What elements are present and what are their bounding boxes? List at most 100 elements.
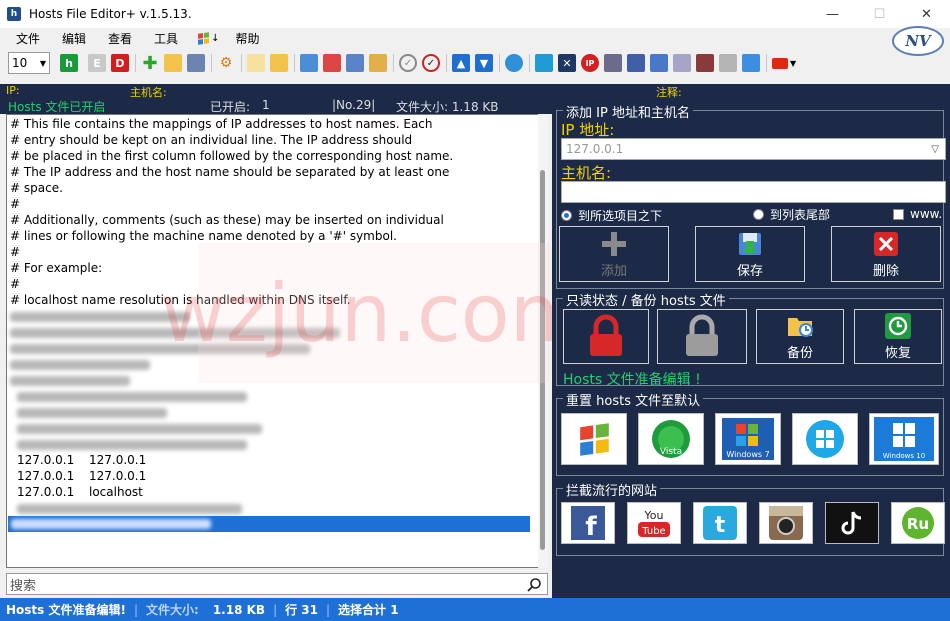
reset-win10-button[interactable]: Windows 10 [869, 413, 939, 465]
reset-win7-button[interactable]: Windows 7 [715, 413, 781, 465]
add-icon[interactable]: ✚ [141, 53, 159, 74]
delete-button[interactable]: 删除 [831, 226, 941, 282]
add-button[interactable]: 添加 [559, 226, 669, 282]
minimize-button[interactable]: — [809, 0, 856, 28]
scrollbar-thumb[interactable] [540, 170, 545, 550]
chevron-down-icon[interactable]: ▼ [790, 59, 796, 68]
backup-group-title: 只读状态 / 备份 hosts 文件 [563, 290, 729, 309]
menu-tools[interactable]: 工具 [154, 30, 178, 47]
globe-icon[interactable] [505, 54, 523, 72]
lock-readonly-button[interactable] [563, 309, 649, 364]
radio-dot[interactable] [753, 209, 764, 220]
editor-entry-host: 127.0.0.1 [89, 469, 147, 483]
selected-row[interactable] [8, 516, 530, 532]
hosts-editor[interactable]: # This file contains the mappings of IP … [6, 114, 540, 568]
block-x-icon[interactable]: ✕ [558, 54, 576, 72]
block-youtube-button[interactable]: You Tube [627, 502, 681, 544]
search-icon[interactable] [526, 577, 542, 593]
title-bar: h Hosts File Editor+ v.1.5.13. — ☐ ✕ [0, 0, 950, 28]
save-icon[interactable] [187, 54, 205, 72]
block-instagram-button[interactable] [759, 502, 813, 544]
separator: | [273, 602, 278, 617]
status-line: 行 31 [285, 603, 318, 617]
block-twitter-button[interactable]: t [693, 502, 747, 544]
brush-icon[interactable] [650, 54, 668, 72]
restore-button[interactable]: 恢复 [854, 309, 942, 364]
unlock-button[interactable] [657, 309, 747, 364]
ip-address-placeholder: 127.0.0.1 [566, 142, 624, 156]
import-icon[interactable] [300, 54, 318, 72]
restore-clock-icon [883, 312, 913, 340]
document-icon[interactable] [346, 54, 364, 72]
www-checkbox[interactable]: www. [893, 207, 942, 221]
menu-edit[interactable]: 编辑 [62, 30, 86, 47]
package-icon[interactable] [696, 54, 714, 72]
move-down-icon[interactable]: ▼ [475, 54, 493, 72]
chevron-down-icon[interactable]: ▽ [931, 144, 939, 155]
toolbox-icon[interactable] [673, 54, 691, 72]
add-icon [599, 230, 629, 258]
hostname-input-label: 主机名: [561, 164, 612, 182]
network-icon[interactable] [535, 54, 553, 72]
radio-end-label: 到列表尾部 [770, 208, 831, 222]
editor-line: # The IP address and the host name shoul… [10, 165, 450, 179]
menu-help[interactable]: 帮助 [235, 30, 259, 47]
reset-win8-button[interactable] [792, 413, 858, 465]
editor-entry-ip: 127.0.0.1 [17, 485, 75, 499]
move-up-icon[interactable]: ▲ [452, 54, 470, 72]
block-ru-button[interactable]: Ru [891, 502, 945, 544]
clean-icon[interactable] [369, 54, 387, 72]
hosts-h-button[interactable]: h [60, 54, 78, 72]
hosts-e-button[interactable]: E [88, 54, 106, 72]
readonly-backup-group: 只读状态 / 备份 hosts 文件 备份 恢复 Hosts 文件准备编辑 ! [556, 290, 944, 388]
folder-icon[interactable] [270, 54, 288, 72]
block-group-title: 拦截流行的网站 [563, 480, 661, 499]
check-red-icon[interactable]: ✓ [422, 54, 440, 72]
ip-address-input[interactable]: 127.0.0.1 ▽ [561, 138, 946, 160]
radio-dot[interactable] [561, 210, 572, 221]
maximize-button[interactable]: ☐ [856, 0, 903, 28]
settings-icon[interactable] [604, 54, 622, 72]
ip-icon[interactable]: IP [581, 54, 599, 72]
close-button[interactable]: ✕ [903, 0, 950, 28]
check-gray-icon[interactable]: ✓ [399, 54, 417, 72]
blurred-entry [17, 408, 167, 418]
china-flag-icon[interactable] [772, 57, 788, 69]
radio-end-of-list[interactable]: 到列表尾部 [753, 206, 830, 223]
status-size-label: 文件大小: [146, 603, 199, 617]
lock-icon[interactable] [719, 54, 737, 72]
blurred-entry [17, 440, 247, 450]
hosts-d-button[interactable]: D [111, 54, 129, 72]
save-button[interactable]: 保存 [695, 226, 805, 282]
font-size-select[interactable]: 10 ▼ [8, 52, 50, 74]
radio-below-selected[interactable]: 到所选项目之下 [561, 207, 662, 224]
windows-vista-icon: Vista [652, 420, 690, 458]
svg-text:You: You [644, 509, 664, 522]
backup-button[interactable]: 备份 [756, 309, 844, 364]
editor-scrollbar[interactable] [538, 114, 548, 568]
hosts-view-icon[interactable] [627, 54, 645, 72]
windows-flag-menu[interactable]: ↓ [198, 31, 219, 45]
restore-button-label: 恢复 [884, 346, 911, 361]
edit-icon[interactable] [247, 54, 265, 72]
fullscreen-icon[interactable] [742, 54, 760, 72]
gray-lock-icon [679, 313, 725, 359]
block-facebook-button[interactable]: f [561, 502, 615, 544]
search-input[interactable]: 搜索 [6, 573, 548, 595]
hostname-input[interactable] [561, 181, 946, 203]
ru-icon: Ru [902, 507, 934, 539]
block-tiktok-button[interactable] [825, 502, 879, 544]
menu-file[interactable]: 文件 [16, 30, 40, 47]
open-folder-icon[interactable] [164, 54, 182, 72]
reset-vista-button[interactable]: Vista [638, 413, 704, 465]
editor-line: # Additionally, comments (such as these)… [10, 213, 444, 227]
tools-icon[interactable]: ⚙ [217, 54, 235, 72]
editor-line: # [10, 277, 21, 291]
export-icon[interactable] [323, 54, 341, 72]
menu-view[interactable]: 查看 [108, 30, 132, 47]
checkbox[interactable] [893, 208, 904, 220]
delete-button-label: 删除 [872, 264, 899, 279]
editor-line: # localhost name resolution is handled w… [10, 293, 351, 307]
reset-winxp-button[interactable] [561, 413, 627, 465]
svg-text:Tube: Tube [641, 526, 665, 537]
